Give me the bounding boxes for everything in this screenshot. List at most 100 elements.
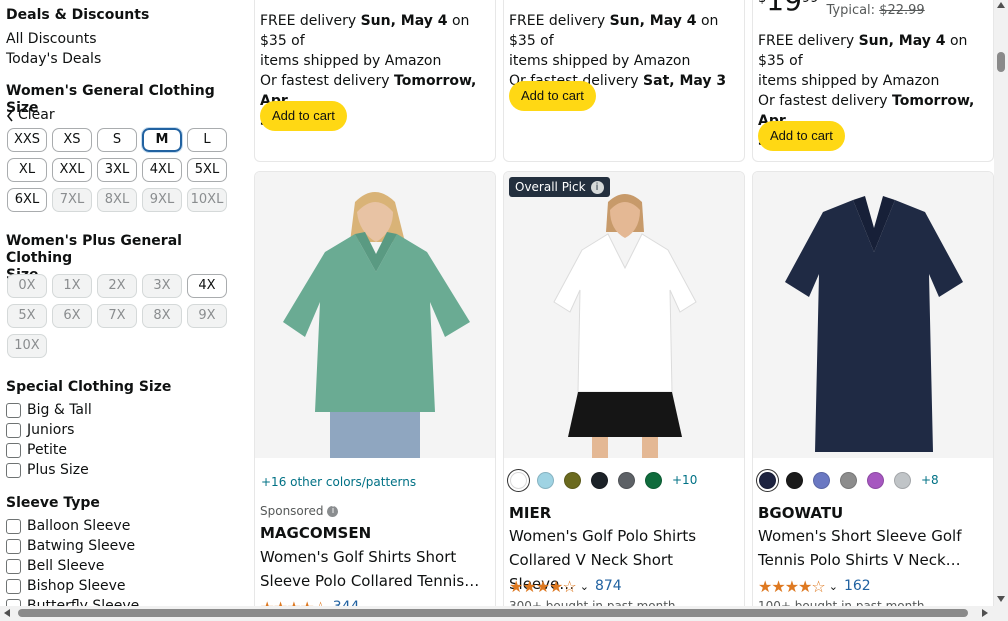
product-title-line1: Women's Golf Polo Shirts bbox=[509, 527, 697, 545]
filter-option-juniors[interactable]: Juniors bbox=[6, 421, 74, 439]
checkbox-icon[interactable] bbox=[6, 578, 21, 594]
general-size-5xl-button[interactable]: 5XL bbox=[187, 158, 227, 182]
checkbox-icon[interactable] bbox=[6, 402, 21, 418]
checkbox-icon[interactable] bbox=[6, 462, 21, 478]
plus-size-9x-button[interactable]: 9X bbox=[187, 304, 227, 328]
color-swatch[interactable] bbox=[537, 471, 554, 489]
delivery-info: FREE delivery Sun, May 4 on $35 of items… bbox=[509, 11, 740, 91]
delivery-prefix: FREE delivery bbox=[758, 33, 859, 49]
filter-option-plus-size[interactable]: Plus Size bbox=[6, 461, 89, 479]
scroll-up-arrow-icon[interactable] bbox=[997, 2, 1005, 8]
vertical-scrollbar[interactable] bbox=[994, 0, 1008, 606]
plus-size-6x-button[interactable]: 6X bbox=[52, 304, 92, 328]
color-swatch[interactable] bbox=[618, 471, 635, 489]
product-brand: BGOWATU bbox=[758, 504, 844, 522]
info-icon[interactable]: i bbox=[590, 180, 604, 194]
deals-heading: Deals & Discounts bbox=[6, 7, 150, 23]
chevron-down-icon[interactable]: ⌄ bbox=[580, 580, 589, 593]
filter-option-butterfly-sleeve[interactable]: Butterfly Sleeve bbox=[6, 597, 139, 606]
price-currency: $ bbox=[758, 0, 766, 6]
more-colors-link[interactable]: +10 bbox=[672, 473, 697, 487]
horizontal-scrollbar[interactable] bbox=[0, 606, 1008, 621]
general-size-xl-button[interactable]: XL bbox=[7, 158, 47, 182]
product-title[interactable]: Women's Golf Shirts Short Sleeve Polo Co… bbox=[260, 545, 489, 593]
checkbox-icon[interactable] bbox=[6, 422, 21, 438]
filter-option-batwing-sleeve[interactable]: Batwing Sleeve bbox=[6, 537, 135, 555]
add-to-cart-button[interactable]: Add to cart bbox=[260, 101, 347, 131]
info-icon[interactable]: i bbox=[327, 505, 339, 517]
plus-size-5x-button[interactable]: 5X bbox=[7, 304, 47, 328]
plus-size-2x-button[interactable]: 2X bbox=[97, 274, 137, 298]
filter-option-balloon-sleeve[interactable]: Balloon Sleeve bbox=[6, 517, 130, 535]
add-to-cart-button[interactable]: Add to cart bbox=[758, 121, 845, 151]
more-colors-link[interactable]: +16 other colors/patterns bbox=[261, 475, 416, 489]
plus-size-4x-button[interactable]: 4X bbox=[187, 274, 227, 298]
general-size-xxs-button[interactable]: XXS bbox=[7, 128, 47, 152]
color-swatch[interactable] bbox=[510, 471, 527, 489]
filter-option-bell-sleeve[interactable]: Bell Sleeve bbox=[6, 557, 104, 575]
filter-option-bishop-sleeve[interactable]: Bishop Sleeve bbox=[6, 577, 125, 595]
vertical-scroll-thumb[interactable] bbox=[997, 52, 1005, 72]
general-size-l-button[interactable]: L bbox=[187, 128, 227, 152]
sponsored-label: Sponsored i bbox=[260, 504, 339, 518]
color-swatches: +8 bbox=[759, 470, 939, 490]
plus-size-3x-button[interactable]: 3X bbox=[142, 274, 182, 298]
color-swatch[interactable] bbox=[786, 471, 803, 489]
plus-size-0x-button[interactable]: 0X bbox=[7, 274, 47, 298]
checkbox-icon[interactable] bbox=[6, 442, 21, 458]
checkbox-icon[interactable] bbox=[6, 598, 21, 606]
general-size-6xl-button[interactable]: 6XL bbox=[7, 188, 47, 212]
clear-label: Clear bbox=[18, 107, 55, 123]
color-swatch[interactable] bbox=[840, 471, 857, 489]
horizontal-scroll-thumb[interactable] bbox=[18, 609, 968, 617]
clear-size-filter-link[interactable]: Clear bbox=[6, 107, 55, 124]
general-size-9xl-button[interactable]: 9XL bbox=[142, 188, 182, 212]
scroll-right-arrow-icon[interactable] bbox=[982, 609, 988, 617]
general-size-xs-button[interactable]: XS bbox=[52, 128, 92, 152]
color-swatch[interactable] bbox=[867, 471, 884, 489]
all-discounts-link[interactable]: All Discounts bbox=[6, 31, 97, 48]
product-rating[interactable]: ★★★★☆ ⌄ 162 bbox=[758, 577, 871, 596]
general-size-3xl-button[interactable]: 3XL bbox=[97, 158, 137, 182]
rating-count[interactable]: 874 bbox=[595, 578, 622, 594]
todays-deals-link[interactable]: Today's Deals bbox=[6, 51, 101, 68]
product-image[interactable] bbox=[504, 172, 744, 458]
plus-size-8x-button[interactable]: 8X bbox=[142, 304, 182, 328]
scroll-left-arrow-icon[interactable] bbox=[4, 609, 10, 617]
more-colors-link[interactable]: +8 bbox=[921, 473, 939, 487]
general-size-10xl-button[interactable]: 10XL bbox=[187, 188, 227, 212]
filter-option-petite[interactable]: Petite bbox=[6, 441, 67, 459]
general-size-8xl-button[interactable]: 8XL bbox=[97, 188, 137, 212]
rating-count[interactable]: 162 bbox=[844, 578, 871, 594]
general-size-7xl-button[interactable]: 7XL bbox=[52, 188, 92, 212]
color-swatch[interactable] bbox=[759, 471, 776, 489]
color-swatch[interactable] bbox=[813, 471, 830, 489]
checkbox-icon[interactable] bbox=[6, 518, 21, 534]
product-image[interactable] bbox=[753, 172, 993, 458]
delivery-date: Sun, May 4 bbox=[609, 13, 697, 29]
product-image[interactable] bbox=[255, 172, 495, 458]
filter-sidebar: Deals & Discounts All Discounts Today's … bbox=[0, 0, 240, 606]
color-swatch[interactable] bbox=[564, 471, 581, 489]
chevron-down-icon[interactable]: ⌄ bbox=[829, 580, 838, 593]
color-swatch[interactable] bbox=[645, 471, 662, 489]
fast-prefix: Or fastest delivery bbox=[260, 73, 395, 89]
scroll-down-arrow-icon[interactable] bbox=[997, 596, 1005, 602]
plus-size-7x-button[interactable]: 7X bbox=[97, 304, 137, 328]
filter-option-label: Bell Sleeve bbox=[27, 557, 105, 574]
product-rating[interactable]: ★★★★☆ ⌄ 874 bbox=[509, 577, 622, 596]
general-size-s-button[interactable]: S bbox=[97, 128, 137, 152]
plus-size-1x-button[interactable]: 1X bbox=[52, 274, 92, 298]
product-title[interactable]: Women's Short Sleeve Golf Tennis Polo Sh… bbox=[758, 524, 987, 572]
checkbox-icon[interactable] bbox=[6, 558, 21, 574]
general-size-m-button[interactable]: M bbox=[141, 127, 183, 153]
color-swatch[interactable] bbox=[591, 471, 608, 489]
checkbox-icon[interactable] bbox=[6, 538, 21, 554]
general-size-xxl-button[interactable]: XXL bbox=[52, 158, 92, 182]
color-swatch[interactable] bbox=[894, 471, 911, 489]
general-size-4xl-button[interactable]: 4XL bbox=[142, 158, 182, 182]
add-to-cart-button[interactable]: Add to cart bbox=[509, 81, 596, 111]
typical-price: Typical: $22.99 bbox=[826, 3, 924, 18]
filter-option-big-tall[interactable]: Big & Tall bbox=[6, 401, 92, 419]
plus-size-10x-button[interactable]: 10X bbox=[7, 334, 47, 358]
